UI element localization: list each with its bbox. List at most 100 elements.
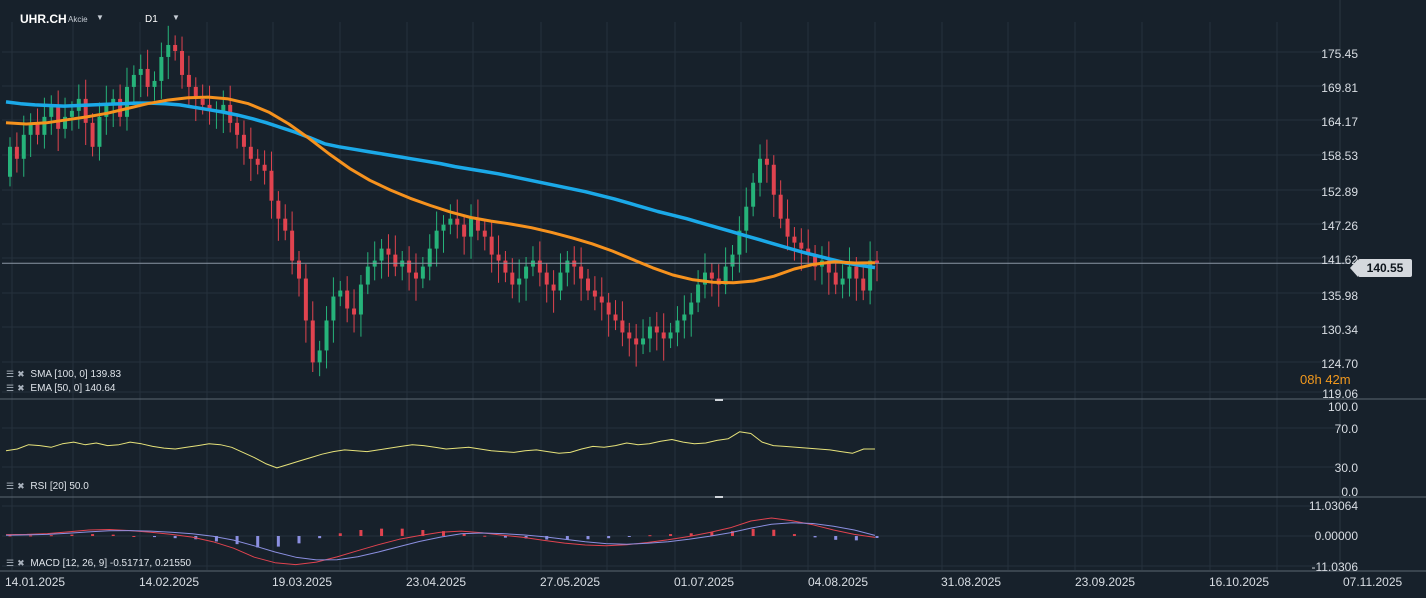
candle (200, 98, 205, 105)
macd-histogram-bar (503, 536, 507, 538)
candle (283, 218, 288, 231)
price-axis-label: 158.53 (1321, 149, 1358, 163)
candle (462, 224, 467, 237)
candle (744, 206, 749, 231)
candle (255, 158, 260, 165)
candle (751, 182, 756, 207)
countdown-hours: 08 (1300, 372, 1315, 387)
candle (847, 266, 852, 279)
macd-histogram-bar (338, 533, 342, 536)
macd-histogram-bar (607, 536, 611, 539)
candle (186, 74, 191, 87)
macd-legend-label: MACD [12, 26, 9] (30, 558, 108, 569)
settings-icon[interactable]: ☰ (6, 481, 14, 491)
macd-histogram-bar (276, 536, 280, 547)
candle (579, 266, 584, 279)
macd-legend-value-2: 0.21550 (154, 558, 192, 569)
macd-histogram-bar (400, 528, 404, 536)
macd-histogram-bar (792, 534, 796, 536)
candle (861, 278, 866, 291)
rsi-axis-label: 70.0 (1334, 422, 1358, 436)
close-icon[interactable]: ✖ (17, 481, 25, 491)
macd-histogram-bar (669, 534, 673, 536)
candle (262, 164, 267, 171)
candle (675, 320, 680, 333)
close-icon[interactable]: ✖ (17, 558, 25, 568)
price-axis-label: 152.89 (1321, 185, 1358, 199)
candle (620, 320, 625, 333)
candle (785, 218, 790, 237)
candle (407, 260, 412, 273)
candle (56, 104, 61, 129)
candle (441, 224, 446, 231)
candle (138, 68, 143, 75)
date-axis-label: 19.03.2025 (272, 575, 333, 589)
macd-histogram-bar (359, 530, 363, 536)
symbol-dropdown-icon[interactable]: ▼ (96, 13, 104, 22)
candle (159, 56, 164, 81)
candle (152, 80, 157, 87)
candle (489, 236, 494, 255)
timeframe-label[interactable]: D1 (145, 14, 158, 25)
symbol-label[interactable]: UHR.CH (20, 12, 67, 26)
date-axis-label: 14.02.2025 (139, 575, 200, 589)
macd-histogram-bar (29, 535, 33, 537)
rsi-legend-label: RSI [20] (30, 481, 67, 492)
candle (118, 98, 123, 117)
date-axis-label: 16.10.2025 (1209, 575, 1270, 589)
price-axis-label: 135.98 (1321, 289, 1358, 303)
candle (592, 290, 597, 297)
price-axis-label: 164.17 (1321, 115, 1358, 129)
price-chart[interactable] (0, 0, 1426, 598)
candle (427, 248, 432, 267)
candle (317, 350, 322, 363)
candle (173, 44, 178, 51)
price-axis-label: 119.06 (1322, 387, 1358, 401)
candle (386, 248, 391, 255)
candle (854, 266, 859, 279)
macd-axis-label: 0.00000 (1314, 529, 1358, 543)
candle (778, 194, 783, 219)
candle (551, 284, 556, 291)
pane-resize-handle[interactable] (715, 399, 723, 401)
candle (627, 332, 632, 339)
candle (524, 266, 529, 279)
candle (496, 254, 501, 261)
macd-histogram-bar (834, 536, 838, 540)
candle (647, 326, 652, 339)
candle (97, 116, 102, 147)
last-price-badge: 140.55 (1350, 259, 1412, 277)
date-axis-label: 14.01.2025 (5, 575, 66, 589)
date-axis-label: 04.08.2025 (808, 575, 869, 589)
candle (558, 272, 563, 291)
close-icon[interactable]: ✖ (17, 383, 25, 393)
candle (303, 278, 308, 321)
ema-legend-value: 140.64 (84, 383, 116, 394)
candle (180, 50, 185, 75)
candle (434, 230, 439, 249)
asset-type-label[interactable]: Akcie (68, 15, 88, 24)
macd-legend: ☰ ✖ MACD [12, 26, 9] -0.51717, 0.21550 (6, 558, 191, 569)
macd-histogram-bar (772, 529, 776, 536)
candle (799, 242, 804, 249)
candle (379, 248, 384, 261)
candle (565, 260, 570, 273)
settings-icon[interactable]: ☰ (6, 369, 14, 379)
countdown-minutes: 42 (1325, 372, 1340, 387)
timeframe-dropdown-icon[interactable]: ▼ (172, 13, 180, 22)
close-icon[interactable]: ✖ (17, 369, 25, 379)
countdown-hours-unit: h (1314, 372, 1322, 387)
candle (42, 116, 47, 135)
settings-icon[interactable]: ☰ (6, 558, 14, 568)
candle (654, 326, 659, 333)
macd-histogram-bar (627, 536, 631, 537)
settings-icon[interactable]: ☰ (6, 383, 14, 393)
price-axis-label: 169.81 (1321, 81, 1358, 95)
candle (634, 338, 639, 345)
macd-histogram-bar (91, 534, 95, 536)
pane-resize-handle[interactable] (715, 496, 723, 498)
macd-axis-label: -11.0306 (1311, 560, 1358, 574)
candle (606, 302, 611, 315)
price-axis-label: 124.70 (1321, 357, 1358, 371)
macd-histogram-bar (483, 535, 487, 537)
